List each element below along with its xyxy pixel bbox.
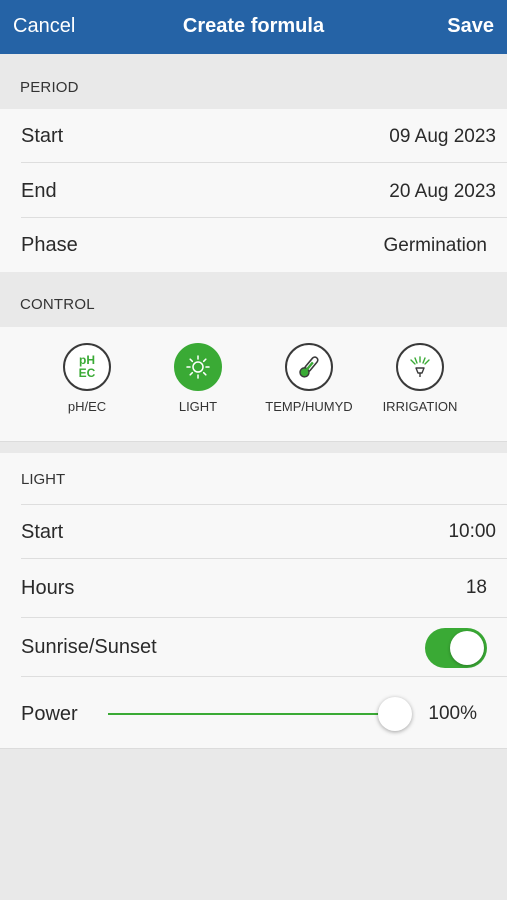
thermometer-icon bbox=[285, 343, 333, 391]
control-label: IRRIGATION bbox=[382, 399, 458, 414]
light-hours-row[interactable]: Hours 18 bbox=[0, 559, 507, 617]
nav-bar: Cancel Create formula Save bbox=[0, 0, 507, 54]
ec-icon-text: EC bbox=[78, 366, 96, 380]
sun-icon bbox=[174, 343, 222, 391]
power-slider-thumb[interactable] bbox=[378, 697, 412, 731]
light-hours-label: Hours bbox=[21, 577, 75, 599]
period-header-label: PERIOD bbox=[20, 79, 79, 96]
power-label: Power bbox=[21, 703, 78, 725]
light-start-label: Start bbox=[21, 521, 64, 543]
light-start-value[interactable]: 10:00 bbox=[448, 521, 496, 543]
control-temp-humyd[interactable]: TEMP/HUMYD bbox=[254, 343, 364, 414]
period-start-label: Start bbox=[21, 125, 64, 147]
light-group: LIGHT Start 10:00 Hours 18 Sunrise/Sunse… bbox=[0, 453, 507, 749]
control-label: TEMP/HUMYD bbox=[265, 399, 353, 414]
control-label: pH/EC bbox=[67, 399, 107, 414]
period-end-label: End bbox=[21, 180, 57, 202]
control-ph-ec[interactable]: pH EC pH/EC bbox=[32, 343, 142, 414]
toggle-knob bbox=[450, 631, 484, 665]
period-end-row[interactable]: End 20 Aug 2023 bbox=[0, 163, 507, 217]
period-end-value[interactable]: 20 Aug 2023 bbox=[389, 181, 496, 203]
period-phase-label: Phase bbox=[21, 234, 78, 256]
control-light[interactable]: LIGHT bbox=[143, 343, 253, 414]
power-slider-track[interactable] bbox=[108, 713, 395, 715]
light-hours-value[interactable]: 18 bbox=[466, 577, 487, 599]
light-start-row[interactable]: Start 10:00 bbox=[0, 505, 507, 558]
control-section-header: CONTROL bbox=[0, 272, 507, 327]
sunrise-sunset-label: Sunrise/Sunset bbox=[21, 636, 157, 658]
light-header-row: LIGHT bbox=[0, 453, 507, 503]
sunrise-sunset-toggle[interactable] bbox=[425, 628, 487, 668]
control-label: LIGHT bbox=[178, 399, 218, 414]
period-section-header: PERIOD bbox=[0, 54, 507, 109]
power-value: 100% bbox=[428, 703, 477, 724]
light-header-label: LIGHT bbox=[21, 471, 66, 488]
page-title: Create formula bbox=[182, 15, 325, 37]
save-button[interactable]: Save bbox=[447, 15, 494, 38]
control-irrigation[interactable]: IRRIGATION bbox=[365, 343, 475, 414]
ph-ec-icon: pH EC bbox=[63, 343, 111, 391]
sprinkler-icon bbox=[396, 343, 444, 391]
control-group: pH EC pH/EC LIGHT TEMP/HUMYD IRRIGATION bbox=[0, 327, 507, 442]
period-phase-value[interactable]: Germination bbox=[384, 235, 488, 257]
period-phase-row[interactable]: Phase Germination bbox=[0, 218, 507, 272]
cancel-button[interactable]: Cancel bbox=[13, 15, 75, 38]
period-start-value[interactable]: 09 Aug 2023 bbox=[389, 126, 496, 148]
period-group: Start 09 Aug 2023 End 20 Aug 2023 Phase … bbox=[0, 109, 507, 272]
control-header-label: CONTROL bbox=[20, 296, 95, 313]
period-start-row[interactable]: Start 09 Aug 2023 bbox=[0, 109, 507, 163]
